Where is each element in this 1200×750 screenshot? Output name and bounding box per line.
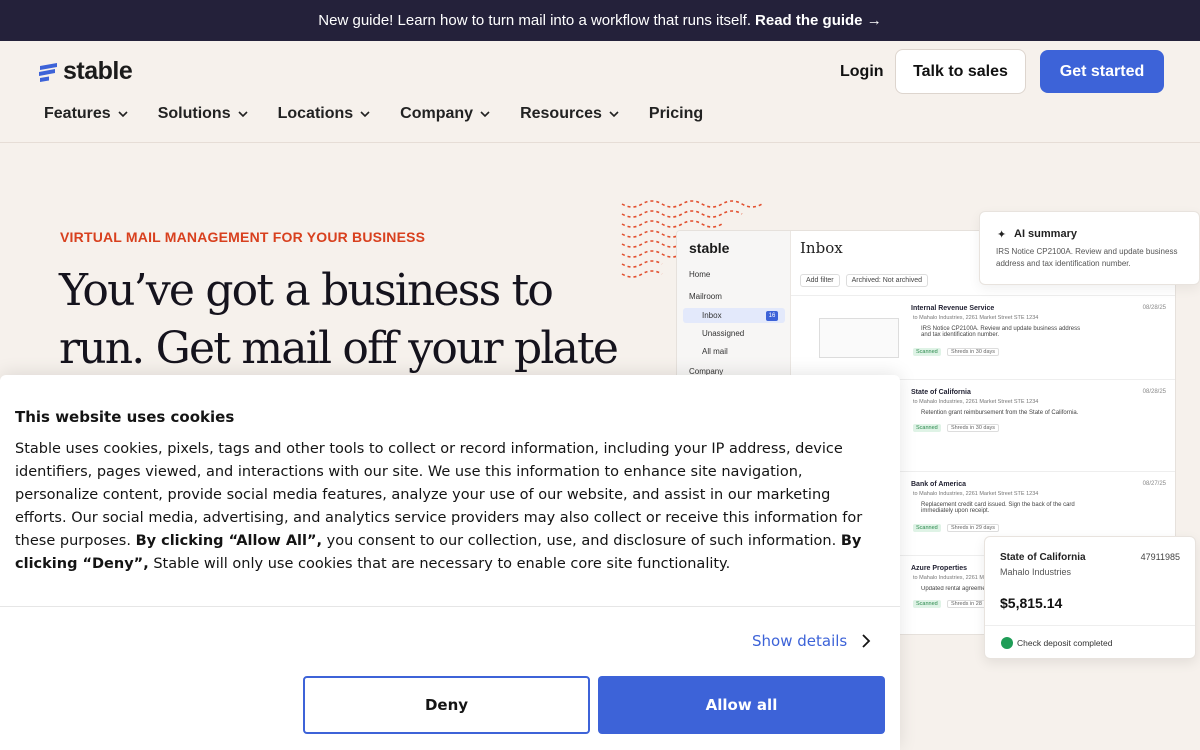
mail-row-date: 08/28/25 xyxy=(1142,305,1166,311)
mail-row-date: 08/28/25 xyxy=(1142,389,1166,395)
chevron-down-icon xyxy=(480,111,490,118)
mock-inbox-title: Inbox xyxy=(800,239,843,257)
mail-row-sub: to Mahalo Industries, 2261 Market Street… xyxy=(913,399,1039,405)
mock-nav-mailroom: Mailroom xyxy=(689,292,722,301)
chevron-down-icon xyxy=(238,111,248,118)
cookie-text-3: Stable will only use cookies that are ne… xyxy=(153,556,731,572)
ai-summary-title: AI summary xyxy=(1014,228,1077,240)
mail-row-tag: Scanned xyxy=(913,524,941,532)
mail-row-title: Azure Properties xyxy=(911,565,968,572)
mock-filters: Add filter Archived: Not archived xyxy=(800,274,929,287)
mail-row-title: State of California xyxy=(911,389,971,396)
cookie-text-2: you consent to our collection, use, and … xyxy=(326,533,837,549)
mail-row-tag: Scanned xyxy=(913,424,941,432)
nav-pricing-label: Pricing xyxy=(648,105,704,122)
cookie-title: This website uses cookies xyxy=(15,408,235,426)
talk-to-sales-button[interactable]: Talk to sales xyxy=(895,49,1026,94)
nav-resources-label: Resources xyxy=(520,105,602,122)
stable-logo-icon xyxy=(39,62,57,82)
mock-nav-inbox: Inbox xyxy=(702,311,722,320)
logo-text: stable xyxy=(63,57,133,85)
ai-summary-body: IRS Notice CP2100A. Review and update bu… xyxy=(996,247,1178,268)
add-filter-chip: Add filter xyxy=(800,274,840,287)
deny-button[interactable]: Deny xyxy=(303,676,590,734)
mail-row-sub: to Mahalo Industries, 2261 Market Street… xyxy=(913,491,1039,497)
check-circle-icon xyxy=(1001,637,1013,649)
nav-locations[interactable]: Locations xyxy=(278,105,371,123)
cookie-banner: This website uses cookies Stable uses co… xyxy=(0,375,900,750)
mail-row-date: 08/27/25 xyxy=(1142,481,1166,487)
deposit-sender: State of California xyxy=(1000,552,1086,563)
login-link[interactable]: Login xyxy=(840,63,884,81)
deposit-company: Mahalo Industries xyxy=(1000,567,1072,577)
chevron-right-icon xyxy=(862,634,871,648)
archived-filter-chip: Archived: Not archived xyxy=(845,274,929,287)
mock-logo: stable xyxy=(689,240,730,256)
nav-locations-label: Locations xyxy=(277,105,354,122)
mail-row-note: Shreds in 30 days xyxy=(947,348,1000,356)
allow-all-button[interactable]: Allow all xyxy=(598,676,885,734)
mail-row-note: Shreds in 30 days xyxy=(947,424,1000,432)
nav-features[interactable]: Features xyxy=(44,105,128,123)
deposit-status: Check deposit completed xyxy=(1017,638,1113,648)
hero-headline: You’ve got a business to run. Get mail o… xyxy=(59,265,619,374)
mail-row-title: Internal Revenue Service xyxy=(911,305,995,312)
site-header: stable Login Talk to sales Get started F… xyxy=(0,41,1200,143)
chevron-down-icon xyxy=(118,111,128,118)
mail-row-tag: Scanned xyxy=(913,600,941,608)
nav-company[interactable]: Company xyxy=(400,105,490,123)
ai-summary-card: ✦ AI summary IRS Notice CP2100A. Review … xyxy=(979,211,1200,285)
nav-solutions-label: Solutions xyxy=(157,105,231,122)
mock-nav-unassigned: Unassigned xyxy=(702,329,745,338)
chevron-down-icon xyxy=(609,111,619,118)
mail-row-note: Shreds in 28 xyxy=(947,600,986,608)
nav-solutions[interactable]: Solutions xyxy=(158,105,248,123)
cookie-bold-allow: By clicking “Allow All”, xyxy=(135,533,323,549)
mail-row-desc: Replacement credit card issued. Sign the… xyxy=(921,502,1075,514)
divider xyxy=(985,625,1195,626)
nav-features-label: Features xyxy=(44,105,111,122)
chevron-down-icon xyxy=(360,111,370,118)
divider xyxy=(0,606,900,607)
mail-row-desc: Retention grant reimbursement from the S… xyxy=(921,410,1079,416)
nav-resources[interactable]: Resources xyxy=(520,105,619,123)
mail-row-desc: IRS Notice CP2100A. Review and update bu… xyxy=(921,326,1081,338)
get-started-button[interactable]: Get started xyxy=(1040,50,1164,93)
mail-thumbnail xyxy=(819,318,899,358)
announcement-bar: New guide! Learn how to turn mail into a… xyxy=(0,0,1200,41)
announcement-text: New guide! Learn how to turn mail into a… xyxy=(318,12,752,29)
check-deposit-card: State of California 47911985 Mahalo Indu… xyxy=(984,536,1196,659)
sparkle-icon: ✦ xyxy=(997,229,1007,241)
hero-eyebrow: VIRTUAL MAIL MANAGEMENT FOR YOUR BUSINES… xyxy=(60,229,426,245)
mail-row-title: Bank of America xyxy=(911,481,966,488)
logo[interactable]: stable xyxy=(37,57,133,86)
nav-company-label: Company xyxy=(400,105,474,122)
mail-row-tag: Scanned xyxy=(913,348,941,356)
main-nav: Features Solutions Locations Company Res… xyxy=(44,105,733,123)
mock-nav-all-mail: All mail xyxy=(702,347,728,356)
show-details-link[interactable]: Show details xyxy=(752,632,871,650)
deposit-number: 47911985 xyxy=(1140,552,1180,562)
mail-row-desc: Updated rental agreement xyxy=(921,586,991,592)
mail-row-note: Shreds in 29 days xyxy=(947,524,1000,532)
read-guide-link[interactable]: Read the guide → xyxy=(755,12,882,29)
cookie-body: Stable uses cookies, pixels, tags and ot… xyxy=(15,438,885,576)
show-details-label: Show details xyxy=(752,632,848,650)
deposit-amount: $5,815.14 xyxy=(1000,595,1063,611)
inbox-count-badge: 16 xyxy=(766,311,778,321)
mock-nav-home: Home xyxy=(689,270,711,279)
mail-row-sub: to Mahalo Industries, 2261 Market Street… xyxy=(913,315,1039,321)
nav-pricing[interactable]: Pricing xyxy=(649,105,703,123)
